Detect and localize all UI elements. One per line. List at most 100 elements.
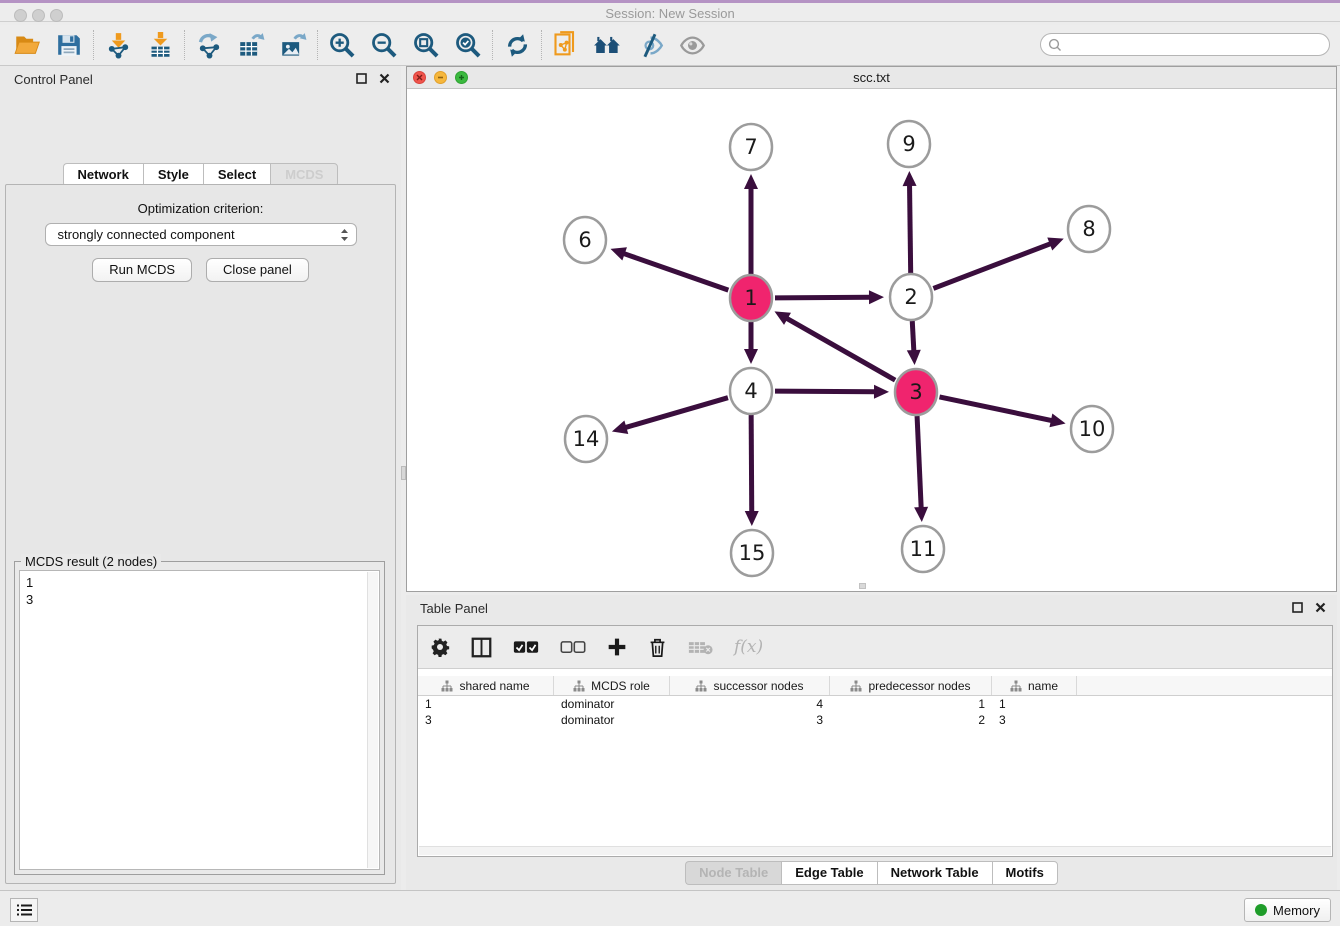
table-cell[interactable]: 1 [992, 697, 1077, 711]
run-mcds-button[interactable]: Run MCDS [92, 258, 192, 282]
toolbar-separator [317, 30, 318, 60]
table-cell[interactable]: dominator [554, 713, 670, 727]
network-graph-canvas[interactable]: 7 9 6 8 1 2 4 3 14 10 15 11 [407, 89, 1336, 591]
node-label: 1 [744, 286, 757, 310]
graph-edge-2-8[interactable] [933, 243, 1051, 288]
window-titlebar: Session: New Session [0, 0, 1340, 22]
tab-node-table[interactable]: Node Table [685, 861, 781, 885]
graph-node-10[interactable]: 10 [1071, 406, 1113, 452]
table-cell[interactable]: 2 [830, 713, 992, 727]
graph-edge-3-10[interactable] [939, 397, 1052, 421]
graph-node-8[interactable]: 8 [1068, 206, 1110, 252]
table-cell[interactable]: 4 [670, 697, 830, 711]
add-icon[interactable] [607, 637, 627, 657]
close-table-panel-icon[interactable] [1314, 601, 1327, 614]
graph-node-9[interactable]: 9 [888, 121, 930, 167]
graph-node-7[interactable]: 7 [730, 124, 772, 170]
window-title: Session: New Session [0, 6, 1340, 21]
graph-edge-4-3[interactable] [775, 391, 876, 392]
graph-node-11[interactable]: 11 [902, 526, 944, 572]
import-table-icon[interactable] [139, 28, 181, 62]
graph-node-3[interactable]: 3 [895, 369, 937, 415]
column-header-successor-nodes[interactable]: successor nodes [670, 676, 830, 695]
table-cell[interactable]: 1 [830, 697, 992, 711]
table-cell[interactable]: 3 [992, 713, 1077, 727]
split-columns-icon[interactable] [471, 637, 492, 658]
toolbar-separator [93, 30, 94, 60]
edge-arrowhead [914, 507, 928, 522]
optimization-criterion-label: Optimization criterion: [6, 201, 395, 216]
gear-icon[interactable] [430, 637, 450, 657]
graph-edge-1-2[interactable] [775, 297, 871, 298]
table-cell[interactable]: 1 [418, 697, 554, 711]
export-image-icon[interactable] [272, 28, 314, 62]
column-header-shared-name[interactable]: shared name [418, 676, 554, 695]
column-header-MCDS-role[interactable]: MCDS role [554, 676, 670, 695]
open-folder-icon[interactable] [6, 28, 48, 62]
table-header-row[interactable]: shared nameMCDS rolesuccessor nodesprede… [418, 676, 1332, 696]
hide-style-icon[interactable] [629, 28, 671, 62]
graph-edge-2-3[interactable] [912, 321, 914, 352]
home-icon[interactable] [587, 28, 629, 62]
search-input[interactable] [1062, 35, 1329, 54]
task-history-button[interactable] [10, 898, 38, 922]
node-label: 6 [578, 228, 591, 252]
optimization-criterion-select[interactable]: strongly connected component [45, 223, 357, 246]
list-icon [16, 903, 32, 917]
export-network-icon[interactable] [188, 28, 230, 62]
column-header-name[interactable]: name [992, 676, 1077, 695]
column-header-predecessor-nodes[interactable]: predecessor nodes [830, 676, 992, 695]
table-panel: Table Panel [406, 595, 1337, 890]
node-label: 9 [902, 132, 915, 156]
zoom-in-icon[interactable] [321, 28, 363, 62]
edge-arrowhead [874, 385, 889, 399]
graph-node-14[interactable]: 14 [565, 416, 607, 462]
float-panel-icon[interactable] [355, 72, 368, 85]
tab-motifs[interactable]: Motifs [992, 861, 1058, 885]
graph-node-2[interactable]: 2 [890, 274, 932, 320]
close-panel-button[interactable]: Close panel [206, 258, 309, 282]
export-table-icon[interactable] [230, 28, 272, 62]
close-panel-icon[interactable] [378, 72, 391, 85]
result-scrollbar[interactable] [367, 572, 378, 868]
deselect-all-icon[interactable] [560, 640, 586, 655]
graph-edge-1-6[interactable] [623, 253, 729, 290]
graph-node-4[interactable]: 4 [730, 368, 772, 414]
search-box[interactable] [1040, 33, 1330, 56]
tab-edge-table[interactable]: Edge Table [781, 861, 876, 885]
table-row[interactable]: 1dominator411 [418, 696, 1332, 712]
import-network-icon[interactable] [97, 28, 139, 62]
table-scrollbar[interactable] [419, 846, 1331, 855]
zoom-selected-icon[interactable] [447, 28, 489, 62]
table-cell[interactable]: dominator [554, 697, 670, 711]
select-all-icon[interactable] [513, 640, 539, 655]
graph-node-6[interactable]: 6 [564, 217, 606, 263]
node-label: 2 [904, 285, 917, 309]
delete-icon[interactable] [648, 637, 667, 658]
zoom-out-icon[interactable] [363, 28, 405, 62]
graph-edge-3-11[interactable] [917, 416, 921, 509]
graph-node-1[interactable]: 1 [730, 275, 772, 321]
control-panel: Control Panel NetworkStyleSelectMCDS Opt… [0, 66, 401, 890]
zoom-fit-icon[interactable] [405, 28, 447, 62]
graph-edge-3-1[interactable] [786, 318, 895, 380]
refresh-icon[interactable] [496, 28, 538, 62]
save-icon[interactable] [48, 28, 90, 62]
table-panel-title: Table Panel [420, 601, 488, 616]
graph-node-15[interactable]: 15 [731, 530, 773, 576]
table-toolbar: f(x) [418, 626, 1332, 669]
canvas-resize-handle[interactable] [859, 583, 866, 589]
mcds-result-area[interactable]: 1 3 [19, 570, 380, 870]
tab-network-table[interactable]: Network Table [877, 861, 992, 885]
table-cell[interactable]: 3 [670, 713, 830, 727]
clone-network-icon[interactable] [545, 28, 587, 62]
float-table-panel-icon[interactable] [1291, 601, 1304, 614]
table-cell[interactable]: 3 [418, 713, 554, 727]
graph-edge-4-14[interactable] [624, 398, 728, 428]
memory-button[interactable]: Memory [1244, 898, 1331, 922]
function-builder-icon: f(x) [734, 637, 763, 657]
table-row[interactable]: 3dominator323 [418, 712, 1332, 728]
graph-edge-4-15[interactable] [751, 415, 752, 513]
graph-edge-2-9[interactable] [910, 184, 911, 273]
network-window-titlebar[interactable]: scc.txt [407, 67, 1336, 89]
